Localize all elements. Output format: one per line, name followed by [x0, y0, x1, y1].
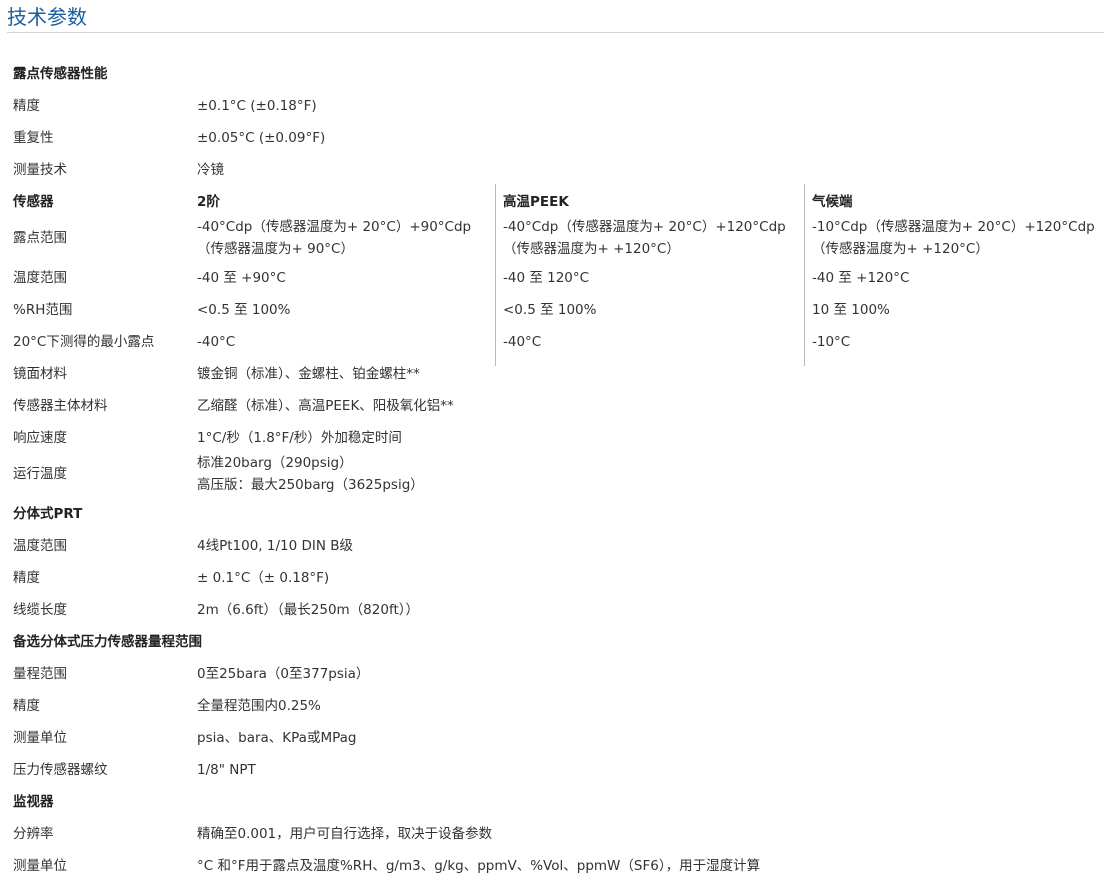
section-heading-dewpoint: 露点传感器性能 — [13, 66, 108, 82]
spec-value: 0至25bara（0至377psia） — [197, 666, 370, 682]
spec-label: 重复性 — [13, 130, 54, 146]
page-title: 技术参数 — [7, 5, 87, 29]
spec-value: -40°C — [197, 334, 236, 350]
section-heading-row: 备选分体式压力传感器量程范围 — [0, 624, 1104, 656]
spec-label: %RH范围 — [13, 302, 73, 318]
spec-row-dewpoint-range: 露点范围 -40°Cdp（传感器温度为+ 20°C）+90°Cdp （传感器温度… — [0, 216, 1104, 260]
spec-value: -40°Cdp（传感器温度为+ 20°C）+90°Cdp （传感器温度为+ 90… — [197, 216, 471, 260]
spec-value-line: 高压版：最大250barg（3625psig） — [197, 477, 424, 493]
spec-row-prt-accuracy: 精度 ± 0.1°C（± 0.18°F) — [0, 560, 1104, 592]
spec-label: 测量单位 — [13, 858, 67, 874]
spec-label: 精度 — [13, 98, 40, 114]
spec-value: 精确至0.001，用户可自行选择，取决于设备参数 — [197, 826, 493, 842]
spec-value: ± 0.1°C（± 0.18°F) — [197, 570, 330, 586]
spec-label: 温度范围 — [13, 538, 67, 554]
spec-value: -40 至 +120°C — [812, 270, 910, 286]
spec-value: 1/8" NPT — [197, 762, 256, 778]
spec-label: 镜面材料 — [13, 366, 67, 382]
spec-row-sensor-header: 传感器 2阶 高温PEEK 气候端 — [0, 184, 1104, 216]
spec-value: ±0.05°C (±0.09°F) — [197, 130, 326, 146]
spec-row-pressure-accuracy: 精度 全量程范围内0.25% — [0, 688, 1104, 720]
spec-row-resolution: 分辨率 精确至0.001，用户可自行选择，取决于设备参数 — [0, 816, 1104, 848]
spec-row-rh-range: %RH范围 <0.5 至 100% <0.5 至 100% 10 至 100% — [0, 292, 1104, 324]
spec-row-pressure-units: 测量单位 psia、bara、KPa或MPag — [0, 720, 1104, 752]
section-heading-prt: 分体式PRT — [13, 506, 83, 522]
spec-label: 线缆长度 — [13, 602, 67, 618]
spec-row-prt-temp-range: 温度范围 4线Pt100, 1/10 DIN B级 — [0, 528, 1104, 560]
spec-value-line: （传感器温度为+ 90°C） — [197, 241, 354, 257]
spec-row-accuracy: 精度 ±0.1°C (±0.18°F) — [0, 88, 1104, 120]
spec-value: 乙缩醛（标准）、高温PEEK、阳极氧化铝** — [197, 398, 454, 414]
spec-value-line: -40°Cdp（传感器温度为+ 20°C）+90°Cdp — [197, 219, 472, 235]
spec-label: 测量单位 — [13, 730, 67, 746]
spec-value: -40 至 +90°C — [197, 270, 286, 286]
spec-label: 温度范围 — [13, 270, 67, 286]
spec-label: 运行温度 — [13, 466, 67, 482]
spec-row-measurement-tech: 测量技术 冷镜 — [0, 152, 1104, 184]
spec-label: 压力传感器螺纹 — [13, 762, 108, 778]
spec-value-line: （传感器温度为+ +120°C） — [812, 241, 989, 257]
spec-label: 测量技术 — [13, 162, 67, 178]
spec-value: 10 至 100% — [812, 302, 890, 318]
spec-value: -40°Cdp（传感器温度为+ 20°C）+120°Cdp （传感器温度为+ +… — [503, 216, 786, 260]
spec-value: 2m（6.6ft）（最长250m（820ft）） — [197, 602, 420, 618]
spec-value: -40°C — [503, 334, 542, 350]
spec-label: 分辨率 — [13, 826, 54, 842]
spec-value: -40 至 120°C — [503, 270, 590, 286]
spec-label: 20°C下测得的最小露点 — [13, 334, 155, 350]
spec-value-line: -10°Cdp（传感器温度为+ 20°C）+120°Cdp — [812, 219, 1095, 235]
spec-row-body-material: 传感器主体材料 乙缩醛（标准）、高温PEEK、阳极氧化铝** — [0, 388, 1104, 420]
spec-label: 露点范围 — [13, 230, 67, 246]
spec-value-line: （传感器温度为+ +120°C） — [503, 241, 680, 257]
spec-row-mirror-material: 镜面材料 镀金铜（标准）、金螺柱、铂金螺柱** — [0, 356, 1104, 388]
spec-label: 精度 — [13, 698, 40, 714]
spec-row-min-dewpoint: 20°C下测得的最小露点 -40°C -40°C -10°C — [0, 324, 1104, 356]
spec-value: -10°Cdp（传感器温度为+ 20°C）+120°Cdp （传感器温度为+ +… — [812, 216, 1095, 260]
column-divider — [804, 184, 805, 366]
spec-row-cable-length: 线缆长度 2m（6.6ft）（最长250m（820ft）） — [0, 592, 1104, 624]
sensor-column-header: 高温PEEK — [503, 194, 569, 210]
spec-value-line: 标准20barg（290psig） — [197, 455, 353, 471]
spec-value: 标准20barg（290psig） 高压版：最大250barg（3625psig… — [197, 452, 424, 496]
spec-value: <0.5 至 100% — [197, 302, 291, 318]
spec-value: 镀金铜（标准）、金螺柱、铂金螺柱** — [197, 366, 420, 382]
spec-value: ±0.1°C (±0.18°F) — [197, 98, 317, 114]
spec-value: <0.5 至 100% — [503, 302, 597, 318]
spec-row-temp-range: 温度范围 -40 至 +90°C -40 至 120°C -40 至 +120°… — [0, 260, 1104, 292]
spec-label: 响应速度 — [13, 430, 67, 446]
spec-row-operating-temp: 运行温度 标准20barg（290psig） 高压版：最大250barg（362… — [0, 452, 1104, 496]
section-heading-row: 露点传感器性能 — [0, 56, 1104, 88]
title-divider — [7, 32, 1104, 33]
spec-value: °C 和°F用于露点及温度%RH、g/m3、g/kg、ppmV、%Vol、ppm… — [197, 858, 761, 874]
spec-value: 4线Pt100, 1/10 DIN B级 — [197, 538, 354, 554]
column-divider — [495, 184, 496, 366]
spec-value: 全量程范围内0.25% — [197, 698, 321, 714]
section-heading-row: 分体式PRT — [0, 496, 1104, 528]
spec-row-pressure-thread: 压力传感器螺纹 1/8" NPT — [0, 752, 1104, 784]
section-heading-monitor: 监视器 — [13, 794, 54, 810]
spec-value-line: -40°Cdp（传感器温度为+ 20°C）+120°Cdp — [503, 219, 786, 235]
spec-row-pressure-range: 量程范围 0至25bara（0至377psia） — [0, 656, 1104, 688]
spec-label: 传感器 — [13, 194, 54, 210]
spec-value: psia、bara、KPa或MPag — [197, 730, 357, 746]
sensor-column-header: 2阶 — [197, 194, 220, 210]
spec-value: 1°C/秒（1.8°F/秒）外加稳定时间 — [197, 430, 402, 446]
spec-row-response-speed: 响应速度 1°C/秒（1.8°F/秒）外加稳定时间 — [0, 420, 1104, 452]
spec-label: 传感器主体材料 — [13, 398, 108, 414]
spec-row-repeatability: 重复性 ±0.05°C (±0.09°F) — [0, 120, 1104, 152]
section-heading-pressure: 备选分体式压力传感器量程范围 — [13, 634, 202, 650]
spec-row-monitor-units: 测量单位 °C 和°F用于露点及温度%RH、g/m3、g/kg、ppmV、%Vo… — [0, 848, 1104, 880]
section-heading-row: 监视器 — [0, 784, 1104, 816]
sensor-column-header: 气候端 — [812, 194, 853, 210]
spec-value: -10°C — [812, 334, 851, 350]
spec-table: 露点传感器性能 精度 ±0.1°C (±0.18°F) 重复性 ±0.05°C … — [0, 56, 1104, 880]
spec-value: 冷镜 — [197, 162, 224, 178]
spec-label: 精度 — [13, 570, 40, 586]
spec-label: 量程范围 — [13, 666, 67, 682]
